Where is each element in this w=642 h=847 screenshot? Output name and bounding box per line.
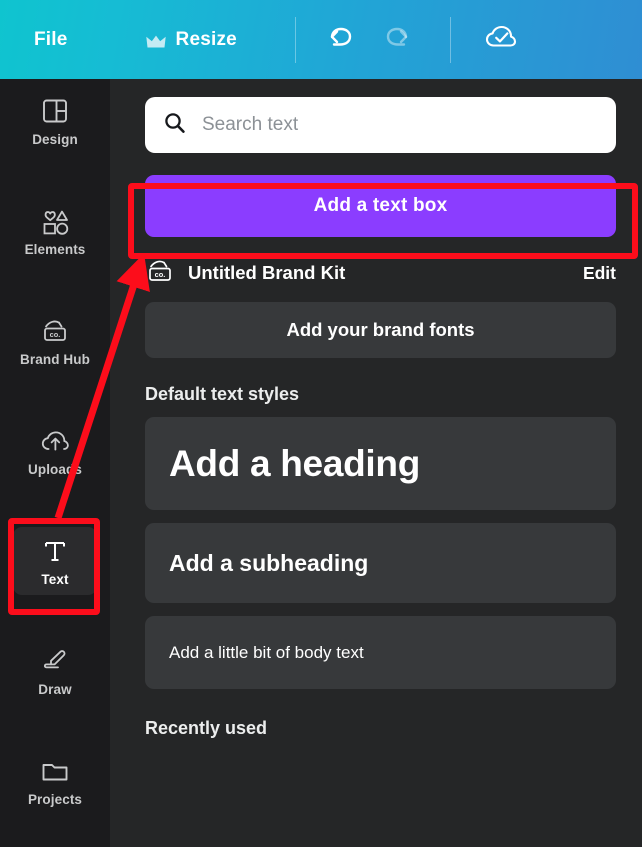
file-menu-label: File [34,28,68,50]
sidebar-item-label: Projects [27,792,83,807]
brand-kit-edit-link[interactable]: Edit [583,263,616,284]
resize-label: Resize [175,28,237,50]
sidebar-item-elements[interactable]: Elements [13,197,97,265]
brand-card-icon: co. [40,315,70,345]
text-style-card-heading[interactable]: Add a heading [145,417,616,510]
crown-icon [145,33,166,48]
layout-panels-icon [41,95,69,125]
sidebar-item-brand-hub[interactable]: co. Brand Hub [13,307,97,375]
text-style-card-subheading[interactable]: Add a subheading [145,523,616,603]
search-bar[interactable] [145,97,616,153]
search-icon [163,111,187,140]
sidebar-item-design[interactable]: Design [13,87,97,155]
default-text-styles-heading: Default text styles [145,384,300,404]
pen-draw-icon [40,645,70,675]
save-status-button[interactable] [479,18,523,62]
brand-kit-name: Untitled Brand Kit [188,262,346,283]
sidebar-item-uploads[interactable]: Uploads [13,417,97,485]
top-toolbar: File Resize [0,0,642,79]
text-panel: Add a text box co. Untitled Brand Kit Ed… [110,79,642,847]
text-t-icon [41,535,69,565]
toolbar-divider-2 [449,16,451,63]
sidebar-item-label: Elements [24,242,86,257]
resize-button[interactable]: Resize [145,28,237,51]
sidebar-item-draw[interactable]: Draw [13,637,97,705]
cloud-upload-icon [40,425,70,455]
brand-kit-row: co. Untitled Brand Kit Edit [145,258,616,288]
left-sidebar: Design Elements co. Brand Hub Uploads Te… [0,79,110,847]
sidebar-item-label: Text [41,572,69,587]
toolbar-divider-1 [294,16,296,63]
recently-used-heading: Recently used [145,718,268,738]
sidebar-item-label: Design [32,132,78,147]
file-menu-button[interactable]: File [34,29,68,51]
sidebar-item-projects[interactable]: Projects [13,747,97,815]
sidebar-item-label: Uploads [28,462,82,477]
cloud-check-icon [484,23,518,56]
sidebar-item-label: Draw [38,682,72,697]
search-input[interactable] [202,114,582,136]
redo-arrow-icon [383,24,413,55]
sidebar-item-text[interactable]: Text [13,527,97,595]
add-text-box-button[interactable]: Add a text box [145,175,616,237]
undo-arrow-icon [325,24,355,55]
shapes-icon [40,205,70,235]
redo-button[interactable] [376,18,420,62]
svg-text:co.: co. [155,270,166,279]
folder-icon [40,755,70,785]
add-brand-fonts-button[interactable]: Add your brand fonts [145,302,616,358]
canva-editor-window: File Resize Design Elements co. Brand Hu… [0,0,642,847]
svg-text:co.: co. [50,330,61,339]
undo-button[interactable] [318,18,362,62]
sidebar-item-label: Brand Hub [20,352,90,367]
brand-card-icon: co. [145,257,175,290]
text-style-card-body[interactable]: Add a little bit of body text [145,616,616,689]
